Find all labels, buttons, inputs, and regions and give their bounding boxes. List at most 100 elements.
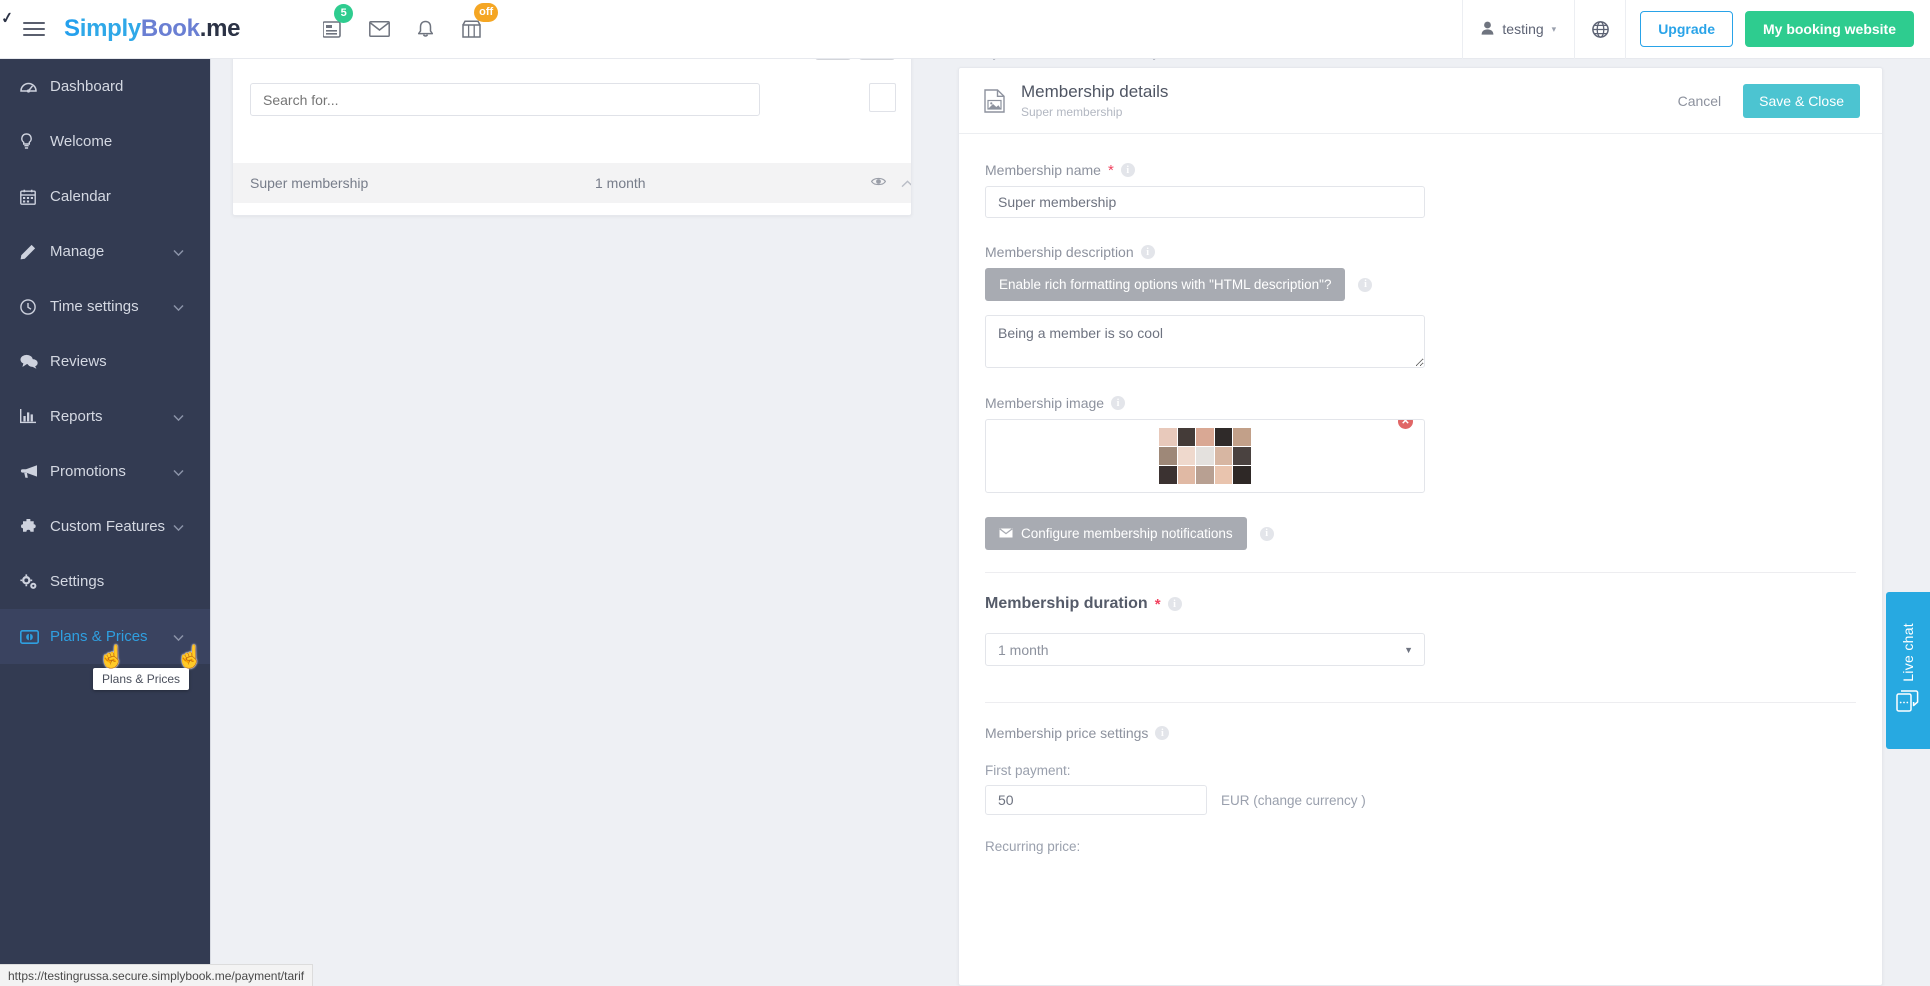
select-all-checkbox[interactable] (869, 83, 896, 112)
top-navigation-bar: S ✓ imply Book. me 5 off testing ▾ Upgra… (0, 0, 1930, 59)
user-menu[interactable]: testing ▾ (1462, 0, 1574, 59)
info-icon[interactable]: i (1155, 726, 1170, 740)
membership-duration-label: Membership duration (985, 595, 1148, 612)
sidebar-item-reviews[interactable]: Reviews (0, 334, 210, 389)
currency-change-link[interactable]: EUR (change currency ) (1221, 793, 1366, 808)
card-header: Membership details Super membership Canc… (959, 68, 1882, 134)
membership-description-label: Membership description (985, 244, 1134, 260)
membership-image-label: Membership image (985, 395, 1105, 411)
sidebar-item-promotions[interactable]: Promotions (0, 444, 210, 499)
comments-icon (20, 354, 46, 369)
top-right-group: testing ▾ Upgrade My booking website (1462, 0, 1930, 59)
sidebar-item-label: Dashboard (50, 78, 124, 95)
chevron-down-icon: ▾ (1551, 23, 1557, 34)
membership-image-box[interactable]: ✕ (985, 419, 1425, 493)
chevron-down-icon (173, 243, 184, 260)
sidebar-item-manage[interactable]: Manage (0, 224, 210, 279)
card-body: Membership name * i Membership descripti… (959, 134, 1882, 854)
mouse-cursor-secondary: ☝ (176, 644, 204, 669)
news-icon[interactable]: 5 (310, 0, 356, 59)
chevron-up-icon[interactable] (901, 175, 911, 192)
notifications-button-label: Configure membership notifications (1021, 526, 1233, 541)
sidebar-item-welcome[interactable]: Welcome (0, 114, 210, 169)
recurring-price-group: Recurring price: (985, 839, 1856, 854)
membership-duration-select[interactable]: 1 month ▼ (985, 633, 1425, 666)
table-row[interactable]: Super membership 1 month (233, 163, 911, 203)
save-and-close-button[interactable]: Save & Close (1743, 83, 1860, 118)
bell-icon[interactable] (402, 0, 448, 59)
membership-image-label-row: Membership image i (985, 395, 1856, 411)
brand-book: Book (140, 15, 200, 42)
sidebar-item-custom-features[interactable]: Custom Features (0, 499, 210, 554)
sidebar-item-dashboard[interactable]: Dashboard (0, 59, 210, 114)
recurring-price-label: Recurring price: (985, 839, 1081, 854)
puzzle-icon (20, 518, 46, 535)
membership-details-card: Membership details Super membership Canc… (958, 67, 1883, 986)
check-icon: ✓ (0, 9, 15, 28)
brand-logo[interactable]: S ✓ imply Book. me (0, 9, 240, 43)
sidebar-item-label: Reports (50, 408, 103, 425)
mail-icon[interactable] (356, 0, 402, 59)
eye-icon[interactable] (870, 174, 887, 192)
membership-name-label-row: Membership name * i (985, 162, 1856, 178)
card-title: Membership details (1021, 82, 1169, 102)
chevron-down-icon: ▼ (1404, 644, 1413, 655)
app-root: S ✓ imply Book. me 5 off testing ▾ Upgra… (0, 0, 1930, 986)
hamburger-icon[interactable] (8, 0, 60, 59)
chevron-down-icon (173, 518, 184, 535)
sidebar-item-reports[interactable]: Reports (0, 389, 210, 444)
sidebar-tooltip: Plans & Prices (93, 668, 190, 690)
chevron-down-icon (173, 298, 184, 315)
sidebar-item-label: Welcome (50, 133, 113, 150)
upgrade-button[interactable]: Upgrade (1640, 11, 1733, 47)
memberships-list-panel: Memberships Super membership 1 month (232, 38, 912, 216)
bulb-icon (20, 133, 46, 150)
cancel-button[interactable]: Cancel (1672, 92, 1728, 110)
info-icon[interactable]: i (1259, 526, 1274, 541)
card-header-text: Membership details Super membership (1021, 82, 1168, 119)
membership-name-label: Membership name (985, 162, 1101, 178)
info-icon[interactable]: i (1358, 277, 1373, 292)
first-payment-input[interactable] (985, 785, 1207, 815)
info-icon[interactable]: i (1120, 163, 1135, 177)
membership-price-settings-label-row: Membership price settings i (985, 725, 1856, 741)
my-booking-website-button[interactable]: My booking website (1744, 11, 1914, 47)
sidebar-item-label: Plans & Prices (50, 628, 148, 645)
membership-name-input[interactable] (985, 186, 1425, 218)
sidebar-item-calendar[interactable]: Calendar (0, 169, 210, 224)
sidebar-item-label: Manage (50, 243, 105, 260)
first-payment-group: First payment: EUR (change currency ) (985, 763, 1856, 815)
enable-html-description-button[interactable]: Enable rich formatting options with "HTM… (985, 268, 1346, 301)
info-icon[interactable]: i (1140, 245, 1155, 259)
sidebar-item-time-settings[interactable]: Time settings (0, 279, 210, 334)
membership-duration-cell: 1 month (595, 175, 646, 191)
card-icon (20, 629, 46, 644)
live-chat-widget[interactable]: Live chat (1886, 592, 1930, 749)
divider (985, 572, 1856, 573)
search-input[interactable] (250, 83, 760, 116)
sidebar-item-settings[interactable]: Settings (0, 554, 210, 609)
first-payment-label: First payment: (985, 763, 1071, 778)
remove-image-icon[interactable]: ✕ (1396, 420, 1415, 431)
info-icon[interactable]: i (1167, 597, 1182, 611)
envelope-icon (999, 526, 1013, 541)
browser-status-bar: https://testingrussa.secure.simplybook.m… (0, 964, 314, 986)
card-header-actions: Cancel Save & Close (1672, 83, 1860, 118)
required-marker: * (1154, 595, 1161, 613)
chat-bubble-icon (1896, 689, 1920, 718)
globe-icon[interactable] (1574, 0, 1627, 59)
status-url: https://testingrussa.secure.simplybook.m… (8, 968, 305, 983)
live-chat-label: Live chat (1900, 622, 1916, 682)
membership-price-settings-label: Membership price settings (985, 725, 1149, 741)
shop-icon[interactable]: off (448, 0, 499, 59)
membership-description-textarea[interactable] (985, 315, 1425, 368)
sidebar-item-label: Time settings (50, 298, 139, 315)
divider (985, 702, 1856, 703)
configure-membership-notifications-button[interactable]: Configure membership notifications (985, 517, 1247, 550)
sidebar-item-label: Reviews (50, 353, 107, 370)
card-subtitle: Super membership (1021, 104, 1123, 119)
membership-duration-value: 1 month (998, 641, 1049, 658)
notifications-row: Configure membership notifications i (985, 517, 1856, 550)
info-icon[interactable]: i (1111, 396, 1126, 410)
user-name: testing (1502, 21, 1544, 37)
